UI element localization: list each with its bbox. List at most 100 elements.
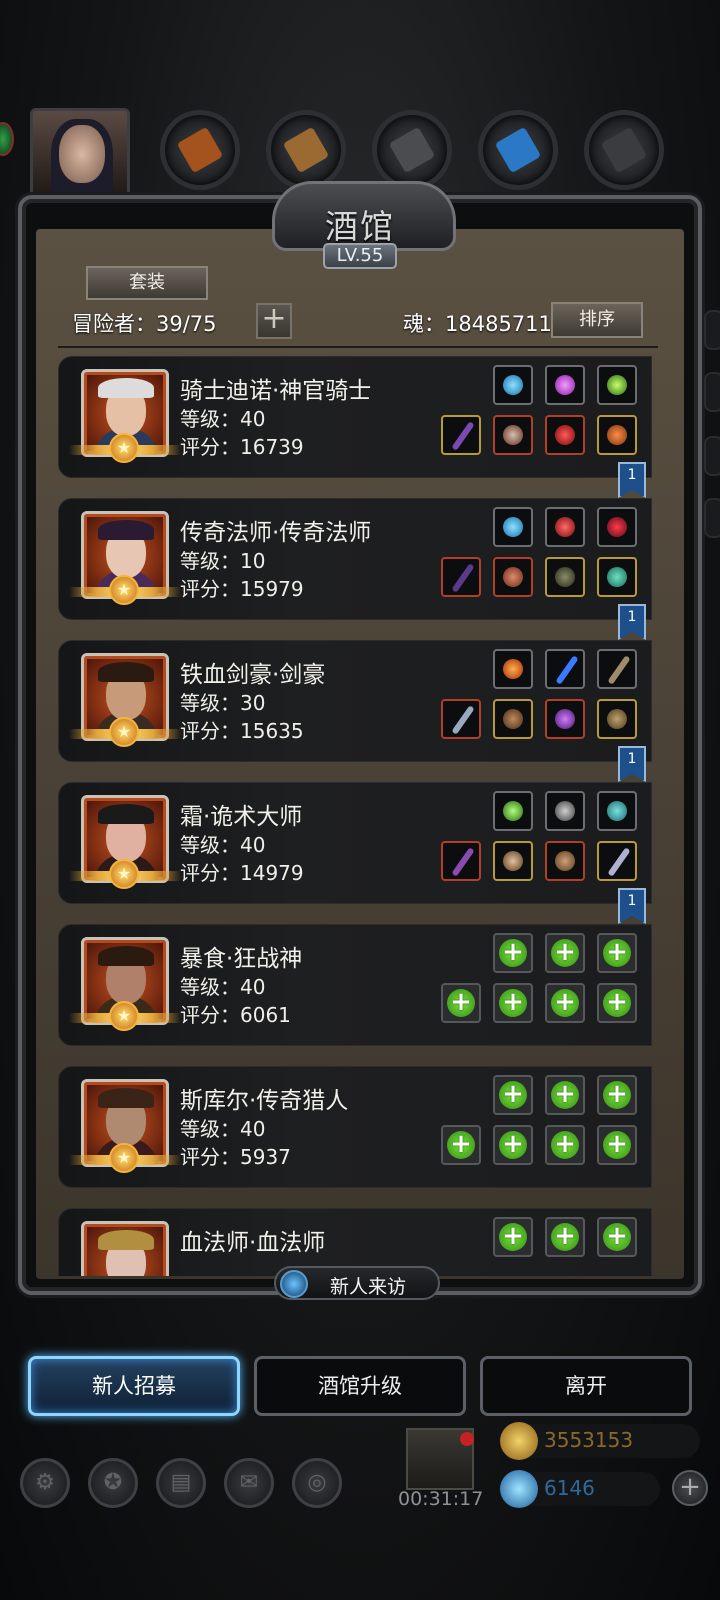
sort-button[interactable]: 排序	[551, 302, 643, 338]
armor-slot[interactable]	[493, 699, 533, 739]
star-badge-icon: ★	[109, 859, 139, 889]
empty-slot-add-icon[interactable]: +	[441, 1125, 481, 1165]
set-button[interactable]: 套装	[86, 266, 208, 300]
side-tab[interactable]	[704, 372, 720, 412]
stone-slot[interactable]	[597, 791, 637, 831]
side-tab[interactable]	[704, 436, 720, 476]
hero-card[interactable]: ★ 骑士迪诺·神官骑士 等级：40 评分：16739	[58, 356, 652, 478]
tavern-upgrade-button[interactable]: 酒馆升级	[254, 1356, 466, 1416]
gloves-slot[interactable]	[545, 415, 585, 455]
hero-level: 等级：40	[180, 975, 266, 999]
leave-button[interactable]: 离开	[480, 1356, 692, 1416]
empty-slot-add-icon[interactable]: +	[493, 933, 533, 973]
adventurer-count: 冒险者：39/75	[72, 312, 217, 336]
lantern-slot[interactable]	[597, 365, 637, 405]
empty-slot-add-icon[interactable]: +	[597, 1075, 637, 1115]
amulet-slot[interactable]	[493, 365, 533, 405]
gem-amount: 6146	[544, 1476, 595, 1500]
armor-slot[interactable]	[493, 415, 533, 455]
armor-slot[interactable]	[493, 841, 533, 881]
panel-title: 酒馆	[325, 207, 395, 246]
crystal-material-icon[interactable]	[478, 110, 558, 190]
recruit-button[interactable]: 新人招募	[28, 1356, 240, 1416]
hero-score: 评分：6061	[180, 1003, 291, 1027]
scroll-icon[interactable]: ▤	[156, 1458, 206, 1508]
gloves-slot[interactable]	[545, 699, 585, 739]
hero-portrait[interactable]	[81, 1221, 169, 1276]
gem-bar: 6146	[500, 1470, 660, 1508]
iron-material-icon[interactable]	[372, 110, 452, 190]
hero-name: 骑士迪诺·神官骑士	[180, 378, 372, 404]
hero-score: 评分：14979	[180, 861, 304, 885]
bookmark-badge: 1	[618, 888, 646, 924]
gold-coin-icon	[500, 1422, 538, 1460]
hero-card[interactable]: ★ 斯库尔·传奇猎人 等级：40 评分：5937 + + + + + + +	[58, 1066, 652, 1188]
crystal-slot[interactable]	[493, 791, 533, 831]
blade-slot[interactable]	[545, 649, 585, 689]
leather-material-icon[interactable]	[160, 110, 240, 190]
side-tab[interactable]	[704, 310, 720, 350]
add-slot-button[interactable]: +	[256, 303, 292, 339]
empty-slot-add-icon[interactable]: +	[545, 1217, 585, 1257]
bookmark-badge: 1	[618, 462, 646, 498]
gem-slot[interactable]	[545, 507, 585, 547]
chat-icon[interactable]: ◎	[292, 1458, 342, 1508]
dagger-slot[interactable]	[597, 649, 637, 689]
empty-slot-add-icon[interactable]: +	[597, 1125, 637, 1165]
gear-icon[interactable]: ⚙	[20, 1458, 70, 1508]
weapon-slot[interactable]	[441, 557, 481, 597]
hero-card[interactable]: ★ 铁血剑豪·剑豪 等级：30 评分：15635	[58, 640, 652, 762]
flame-slot[interactable]	[493, 649, 533, 689]
empty-slot-add-icon[interactable]: +	[493, 1125, 533, 1165]
ring-slot[interactable]	[597, 841, 637, 881]
rune-slot[interactable]	[545, 791, 585, 831]
empty-slot-add-icon[interactable]: +	[493, 1217, 533, 1257]
empty-slot-add-icon[interactable]: +	[597, 1217, 637, 1257]
empty-slot-add-icon[interactable]: +	[545, 1125, 585, 1165]
hero-card[interactable]: ★ 暴食·狂战神 等级：40 评分：6061 + + + + + + +	[58, 924, 652, 1046]
wood-material-icon[interactable]	[266, 110, 346, 190]
mail-icon[interactable]: ✉	[224, 1458, 274, 1508]
gloves-slot[interactable]	[545, 557, 585, 597]
new-visitor-label: 新人来访	[330, 1276, 407, 1298]
portrait-face	[59, 125, 105, 183]
empty-slot-add-icon[interactable]: +	[545, 933, 585, 973]
ring-slot[interactable]	[597, 557, 637, 597]
empty-slot-add-icon[interactable]: +	[545, 1075, 585, 1115]
add-currency-button[interactable]: +	[672, 1470, 708, 1506]
orb-slot[interactable]	[597, 507, 637, 547]
hero-score: 评分：15635	[180, 719, 304, 743]
hero-name: 斯库尔·传奇猎人	[180, 1088, 349, 1114]
hero-level: 等级：40	[180, 1117, 266, 1141]
star-badge-icon: ★	[109, 1001, 139, 1031]
weapon-slot[interactable]	[441, 415, 481, 455]
gem-slot[interactable]	[545, 365, 585, 405]
steel-material-icon[interactable]	[584, 110, 664, 190]
empty-slot-add-icon[interactable]: +	[597, 983, 637, 1023]
diamond-icon	[500, 1470, 538, 1508]
weapon-slot[interactable]	[441, 841, 481, 881]
gloves-slot[interactable]	[545, 841, 585, 881]
empty-slot-add-icon[interactable]: +	[597, 933, 637, 973]
new-visitor-bar[interactable]: 新人来访	[274, 1266, 440, 1300]
boots-slot[interactable]	[597, 699, 637, 739]
star-badge-icon: ★	[109, 1143, 139, 1173]
hero-name: 霜·诡术大师	[180, 804, 303, 830]
empty-slot-add-icon[interactable]: +	[545, 983, 585, 1023]
hero-list[interactable]: ★ 骑士迪诺·神官骑士 等级：40 评分：16739 1 ★ 传奇法师·传奇法师…	[58, 356, 658, 1276]
amulet-slot[interactable]	[493, 507, 533, 547]
hero-score: 评分：16739	[180, 435, 304, 459]
empty-slot-add-icon[interactable]: +	[493, 1075, 533, 1115]
weapon-slot[interactable]	[441, 699, 481, 739]
hero-level: 等级：30	[180, 691, 266, 715]
ring-slot[interactable]	[597, 415, 637, 455]
armor-slot[interactable]	[493, 557, 533, 597]
hero-card[interactable]: ★ 传奇法师·传奇法师 等级：10 评分：15979	[58, 498, 652, 620]
hero-card[interactable]: ★ 霜·诡术大师 等级：40 评分：14979	[58, 782, 652, 904]
empty-slot-add-icon[interactable]: +	[493, 983, 533, 1023]
badge-icon[interactable]: ✪	[88, 1458, 138, 1508]
selected-hero-portrait[interactable]	[30, 108, 130, 204]
hero-name: 铁血剑豪·剑豪	[180, 662, 326, 688]
empty-slot-add-icon[interactable]: +	[441, 983, 481, 1023]
side-tab[interactable]	[704, 498, 720, 538]
